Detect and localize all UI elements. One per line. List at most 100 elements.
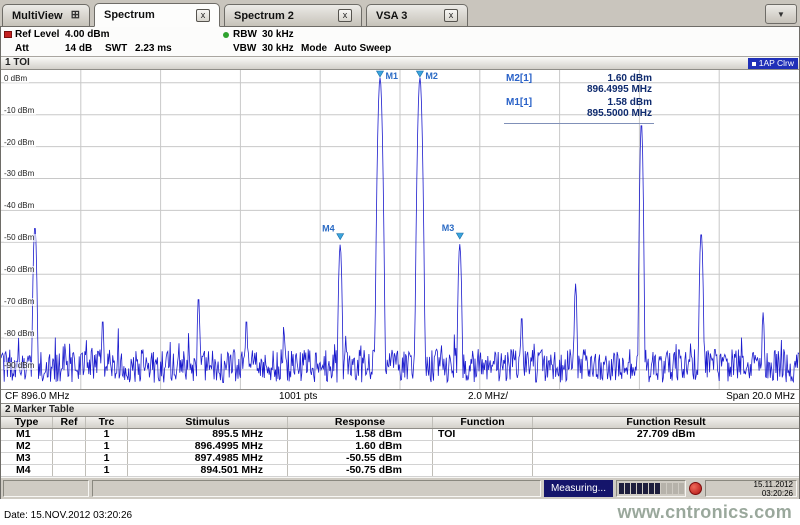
tab-label: Spectrum 2 <box>234 9 294 22</box>
marker-symbol[interactable] <box>415 70 424 78</box>
close-icon[interactable]: x <box>338 9 352 22</box>
marker-table-row[interactable]: M2 1 896.4995 MHz 1.60 dBm <box>1 441 799 453</box>
marker-table-cell: 1 <box>86 453 128 464</box>
tab-bar: MultiView ⊞ Spectrum x Spectrum 2 x VSA … <box>0 0 800 27</box>
marker-table-cell <box>533 453 799 464</box>
window-title: 1 TOI <box>5 57 30 68</box>
marker-label: M1 <box>386 71 399 81</box>
marker-table-title: 2 Marker Table <box>5 404 75 415</box>
red-status-icon <box>4 31 12 38</box>
marker-table-rows: M1 1 895.5 MHz 1.58 dBm TOI 27.709 dBm M2 1 896.… <box>1 429 799 477</box>
marker-readout-frequency: 895.5000 MHz <box>586 108 652 119</box>
tab-multiview[interactable]: MultiView ⊞ <box>2 4 90 26</box>
att-value[interactable]: 14 dB <box>65 43 92 54</box>
progress-segment <box>649 483 654 494</box>
mode-value[interactable]: Auto Sweep <box>334 43 391 54</box>
marker-table-title-bar: 2 Marker Table <box>1 404 799 417</box>
marker-table-row[interactable]: M3 1 897.4985 MHz -50.55 dBm <box>1 453 799 465</box>
marker-table-cell <box>433 453 533 464</box>
progress-segment <box>643 483 648 494</box>
swt-label: SWT <box>105 43 128 54</box>
alert-icon[interactable] <box>689 482 702 495</box>
marker-readout-box: M2[1] 1.60 dBm 896.4995 MHz M1[1] 1.58 dBm 89… <box>504 72 654 124</box>
marker-table-cell <box>533 441 799 452</box>
status-panel-main <box>92 480 541 497</box>
marker-table-cell: 1.58 dBm <box>288 429 433 440</box>
marker-readout-entry[interactable]: M1[1] 1.58 dBm 895.5000 MHz <box>506 97 652 119</box>
watermark: www.cntronics.com <box>617 502 792 522</box>
marker-table-row[interactable]: M1 1 895.5 MHz 1.58 dBm TOI 27.709 dBm <box>1 429 799 441</box>
marker-table-cell <box>53 441 86 452</box>
tab-label: Spectrum <box>104 9 155 21</box>
marker-table-cell: 895.5 MHz <box>128 429 288 440</box>
marker-table-cell <box>53 465 86 476</box>
spectrum-plot-area[interactable]: M1 M2 M3 M4 0 dBm -10 dBm -20 dBm -30 dBm -40 d… <box>1 70 799 390</box>
marker-table-cell: M1 <box>1 429 53 440</box>
multiview-grid-icon: ⊞ <box>70 9 80 21</box>
ref-level-value[interactable]: 4.00 dBm <box>65 29 109 40</box>
axis-info-row: CF 896.0 MHz 1001 pts 2.0 MHz/ Span 20.0… <box>1 390 799 404</box>
spectrum-plot: M1 M2 M3 M4 <box>1 70 799 389</box>
marker-symbol[interactable] <box>455 232 464 240</box>
marker-table-cell <box>53 453 86 464</box>
tab-vsa-3[interactable]: VSA 3 x <box>366 4 468 26</box>
marker-table-cell <box>433 465 533 476</box>
content-frame: Ref Level 4.00 dBm RBW 30 kHz Att 14 dB … <box>0 27 800 499</box>
chevron-down-icon: ▼ <box>777 10 785 19</box>
marker-table-cell: 1.60 dBm <box>288 441 433 452</box>
vbw-label: VBW <box>233 43 257 54</box>
progress-segment <box>679 483 684 494</box>
column-header: Response <box>288 417 433 428</box>
column-header: Function Result <box>626 417 706 428</box>
marker-label: M4 <box>322 224 335 234</box>
marker-table-cell: 1 <box>86 465 128 476</box>
tab-overflow-button[interactable]: ▼ <box>765 4 797 24</box>
marker-readout-name: M2[1] <box>506 73 533 84</box>
column-header: Trc <box>86 417 128 428</box>
rbw-value[interactable]: 30 kHz <box>262 29 294 40</box>
marker-table-row[interactable]: M4 1 894.501 MHz -50.75 dBm <box>1 465 799 477</box>
sweep-points: 1001 pts <box>279 391 318 402</box>
marker-label: M3 <box>442 223 455 233</box>
marker-table-cell: TOI <box>433 429 533 440</box>
marker-table-cell: M2 <box>1 441 53 452</box>
progress-segment <box>631 483 636 494</box>
marker-symbol[interactable] <box>375 70 385 78</box>
tab-spectrum[interactable]: Spectrum x <box>94 3 220 27</box>
column-header: Type <box>1 417 53 428</box>
marker-symbol[interactable] <box>336 233 345 241</box>
tab-spectrum-2[interactable]: Spectrum 2 x <box>224 4 362 26</box>
marker-readout-level: 1.60 dBm <box>607 73 652 84</box>
marker-readout-entry[interactable]: M2[1] 1.60 dBm 896.4995 MHz <box>506 73 652 95</box>
swt-value[interactable]: 2.23 ms <box>135 43 172 54</box>
close-icon[interactable]: x <box>444 9 458 22</box>
marker-table-cell: 1 <box>86 429 128 440</box>
trace-badge-label: 1AP Clrw <box>758 58 794 68</box>
spectrum-analyzer-app: MultiView ⊞ Spectrum x Spectrum 2 x VSA … <box>0 0 800 525</box>
center-frequency[interactable]: CF 896.0 MHz <box>5 391 69 402</box>
status-panel-left <box>3 480 89 497</box>
marker-readout-frequency: 896.4995 MHz <box>586 84 652 95</box>
span[interactable]: Span 20.0 MHz <box>726 391 795 402</box>
marker-readout-name: M1[1] <box>506 97 533 108</box>
trace-badge[interactable]: 1AP Clrw <box>747 58 798 69</box>
marker-table-cell: 1 <box>86 441 128 452</box>
marker-readout-level: 1.58 dBm <box>607 97 652 108</box>
marker-table-cell: 27.709 dBm <box>636 429 696 440</box>
sweep-progress-bar <box>616 480 686 497</box>
tab-label: VSA 3 <box>376 9 408 22</box>
progress-segment <box>661 483 666 494</box>
progress-segment <box>667 483 672 494</box>
vbw-value[interactable]: 30 kHz <box>262 43 294 54</box>
marker-table-header: Type Ref Trc Stimulus Response Function … <box>1 417 799 429</box>
green-dot-icon <box>223 32 229 38</box>
measuring-status: Measuring... <box>543 480 613 497</box>
rbw-label: RBW <box>233 29 257 40</box>
column-header: Stimulus <box>128 417 288 428</box>
close-icon[interactable]: x <box>196 8 210 22</box>
marker-table-cell <box>433 441 533 452</box>
status-time: 03:20:26 <box>761 488 793 498</box>
marker-table-cell <box>533 465 799 476</box>
marker-table-cell: 894.501 MHz <box>128 465 288 476</box>
mode-label: Mode <box>301 43 328 54</box>
